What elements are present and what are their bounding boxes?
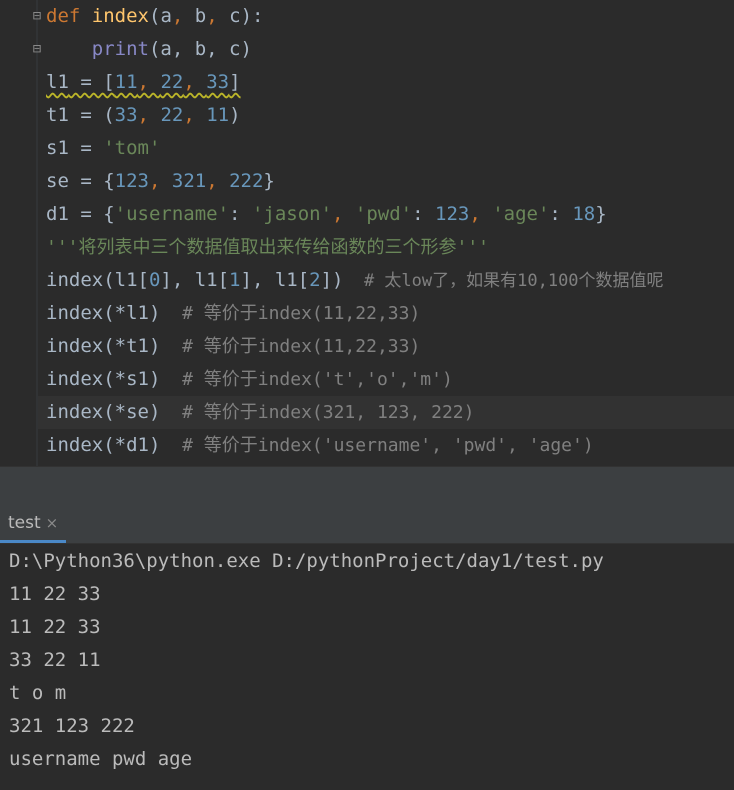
run-console-output[interactable]: D:\Python36\python.exe D:/pythonProject/… [0, 544, 734, 790]
console-line: username pwd age [9, 748, 193, 770]
code-line-2: print(a, b, c) [91, 38, 252, 60]
code-line-13-current: index(*se) # 等价于index(321, 123, 222) [38, 396, 734, 429]
code-line-10: index(*l1) # 等价于index(11,22,33) [46, 302, 421, 324]
code-line-3: l1 = [11, 22, 33] [46, 71, 241, 93]
console-line: 33 22 11 [9, 649, 101, 671]
console-line: 321 123 222 [9, 715, 135, 737]
close-icon[interactable]: × [46, 514, 59, 532]
code-line-4: t1 = (33, 22, 11) [46, 104, 241, 126]
code-line-14: index(*d1) # 等价于index('username', 'pwd',… [46, 434, 594, 456]
code-line-12: index(*s1) # 等价于index('t','o','m') [46, 368, 453, 390]
code-line-11: index(*t1) # 等价于index(11,22,33) [46, 335, 421, 357]
code-line-5: s1 = 'tom' [46, 137, 161, 159]
tab-test[interactable]: test × [0, 503, 67, 543]
code-line-7: d1 = {'username': 'jason', 'pwd': 123, '… [46, 203, 607, 225]
panel-divider[interactable] [0, 466, 734, 503]
console-line: 11 22 33 [9, 616, 101, 638]
code-line-1: def index(a, b, c): [46, 5, 264, 27]
code-editor[interactable]: ⊟ ⊟ def index(a, b, c): print(a, b, c) l… [0, 0, 734, 466]
run-tool-window-tabs: test × [0, 503, 734, 544]
console-line: 11 22 33 [9, 583, 101, 605]
tab-label: test [8, 513, 41, 533]
code-line-8: '''将列表中三个数据值取出来传给函数的三个形参''' [46, 237, 490, 258]
fold-open-icon[interactable]: ⊟ [30, 9, 44, 23]
code-line-6: se = {123, 321, 222} [46, 170, 275, 192]
fold-close-icon[interactable]: ⊟ [30, 42, 44, 56]
console-line: t o m [9, 682, 67, 704]
console-line-command: D:\Python36\python.exe D:/pythonProject/… [9, 550, 604, 572]
code-line-9: index(l1[0], l1[1], l1[2]) # 太low了，如果有10… [46, 269, 664, 291]
